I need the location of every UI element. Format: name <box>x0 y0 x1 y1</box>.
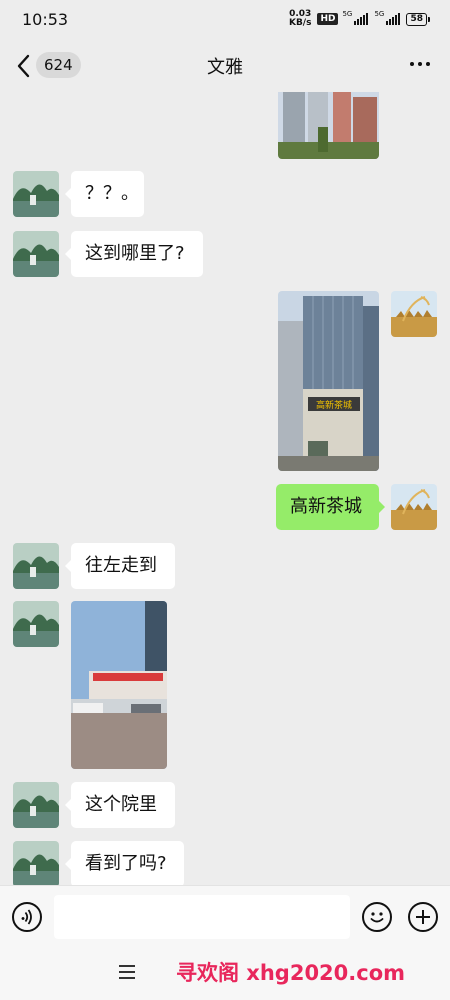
status-indicators: 0.03 KB/s HD 5G 5G 58 <box>289 10 430 28</box>
contact-avatar[interactable] <box>13 601 59 647</box>
photo-sign-text: 高新茶城 <box>316 399 352 411</box>
net-speed-unit: KB/s <box>288 18 312 28</box>
message-bubble[interactable]: 高新茶城 <box>276 484 385 530</box>
status-bar: 10:53 0.03 KB/s HD 5G 5G 58 <box>0 0 450 40</box>
image-message[interactable] <box>71 601 167 769</box>
chat-header: 624 文雅 <box>0 40 450 92</box>
message-bubble[interactable]: 这个院里 <box>65 782 175 828</box>
contact-avatar[interactable] <box>13 171 59 217</box>
signal-icon-2: 5G <box>374 10 401 25</box>
my-avatar[interactable] <box>391 291 437 337</box>
input-bar <box>0 885 450 947</box>
message-bubble[interactable]: 这到哪里了? <box>65 231 203 277</box>
voice-icon[interactable] <box>12 902 42 932</box>
image-message[interactable] <box>278 92 379 159</box>
contact-avatar[interactable] <box>13 543 59 589</box>
more-icon[interactable] <box>410 62 430 66</box>
status-time: 10:53 <box>22 10 69 29</box>
contact-avatar[interactable] <box>13 231 59 277</box>
watermark-text: 寻欢阁 xhg2020.com <box>176 961 406 985</box>
hd-icon: HD <box>317 13 339 25</box>
signal2-label: 5G <box>374 10 385 18</box>
signal-icon-1: 5G <box>342 10 369 25</box>
menu-icon[interactable] <box>119 965 135 979</box>
my-avatar[interactable] <box>391 484 437 530</box>
image-message[interactable]: 高新茶城 <box>278 291 379 471</box>
emoji-icon[interactable] <box>362 902 392 932</box>
chat-title: 文雅 <box>207 57 243 78</box>
message-bubble[interactable]: ？？。 <box>65 171 144 217</box>
battery-icon: 58 <box>406 12 430 26</box>
signal1-label: 5G <box>342 10 353 18</box>
message-bubble[interactable]: 看到了吗? <box>65 841 184 885</box>
system-nav-bar: 寻欢阁 xhg2020.com <box>0 947 450 1000</box>
net-speed: 0.03 KB/s <box>289 10 311 28</box>
battery-level: 58 <box>406 12 427 26</box>
message-list[interactable]: ？？。 这到哪里了? 高新茶城 高新茶城 往左走到 这个院里 看到了吗? <box>0 92 450 885</box>
message-input[interactable] <box>54 895 350 939</box>
plus-icon[interactable] <box>408 902 438 932</box>
contact-avatar[interactable] <box>13 782 59 828</box>
message-bubble[interactable]: 往左走到 <box>65 543 175 589</box>
contact-avatar[interactable] <box>13 841 59 885</box>
